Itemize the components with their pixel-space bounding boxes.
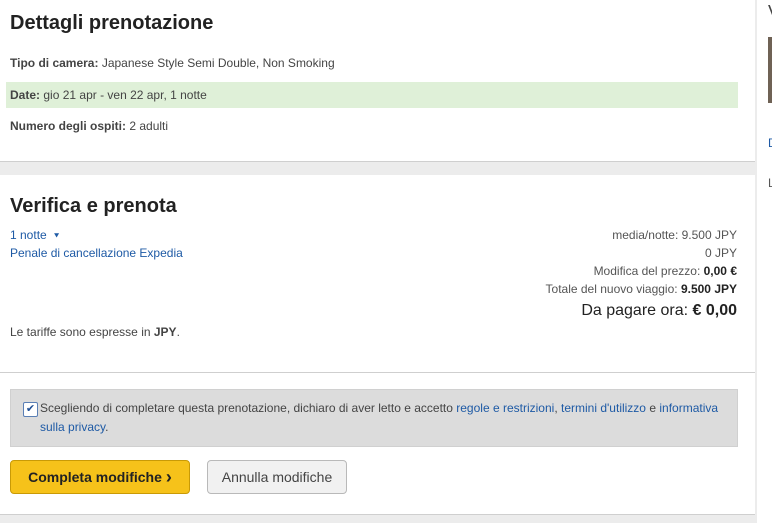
new-total-label: Totale del nuovo viaggio: [545,282,678,296]
currency-note-suffix: . [176,325,180,339]
sidebar-partial-l: L [768,176,772,190]
verify-card: Verifica e prenota 1 notte ⯆ Penale di c… [0,175,755,372]
pay-now-row: Da pagare ora: € 0,00 [581,302,737,320]
room-type-row: Tipo di camera: Japanese Style Semi Doub… [10,56,335,70]
consent-and: e [649,401,657,415]
consent-checkbox[interactable]: ✔ [23,402,38,417]
guests-value: 2 adulti [129,119,169,133]
chevron-right-icon: › [165,467,172,487]
confirm-card: ✔ Scegliendo di completare questa prenot… [0,373,755,514]
guests-row: Numero degli ospiti: 2 adulti [10,119,168,133]
pay-now-value: € 0,00 [692,302,737,319]
sidebar-partial-v: V [768,2,772,23]
currency-code: JPY [153,325,177,339]
nights-link[interactable]: 1 notte [10,228,47,242]
date-value: gio 21 apr - ven 22 apr, 1 notte [43,88,207,102]
verify-title: Verifica e prenota [10,195,177,217]
nights-row: 1 notte ⯆ [10,228,60,242]
room-type-value: Japanese Style Semi Double, Non Smoking [101,56,335,70]
rules-link[interactable]: regole e restrizioni [456,401,554,415]
complete-changes-label: Completa modifiche [28,469,162,485]
guests-label: Numero degli ospiti: [10,119,127,133]
currency-note: Le tariffe sono espresse in JPY. [10,325,180,339]
consent-box: ✔ Scegliendo di completare questa prenot… [10,389,738,447]
price-change-label: Modifica del prezzo: [593,264,701,278]
hotel-thumbnail[interactable] [768,37,772,103]
sidebar-partial-d[interactable]: D [768,136,772,150]
date-label: Date: [10,88,41,102]
checkmark-icon: ✔ [25,403,36,415]
pay-now-label: Da pagare ora: [581,302,689,319]
price-change-value: 0,00 € [703,264,737,278]
room-type-label: Tipo di camera: [10,56,99,70]
cancel-changes-button[interactable]: Annulla modifiche [207,460,347,494]
complete-changes-button[interactable]: Completa modifiche › [10,460,190,494]
new-total-row: Totale del nuovo viaggio: 9.500 JPY [546,282,737,296]
consent-comma: , [554,401,558,415]
consent-period: . [105,420,109,434]
cancellation-penalty-link[interactable]: Penale di cancellazione Expedia [10,246,183,260]
booking-details-card: Dettagli prenotazione Tipo di camera: Ja… [0,0,755,161]
price-change-row: Modifica del prezzo: 0,00 € [594,264,737,278]
consent-statement: Scegliendo di completare questa prenotaz… [40,401,453,415]
currency-note-prefix: Le tariffe sono espresse in [10,325,151,339]
penalty-value: 0 JPY [704,246,737,260]
chevron-down-icon[interactable]: ⯆ [53,231,60,241]
terms-link[interactable]: termini d'utilizzo [561,401,646,415]
new-total-value: 9.500 JPY [680,282,737,296]
booking-details-title: Dettagli prenotazione [10,12,214,34]
date-row: Date: gio 21 apr - ven 22 apr, 1 notte [10,88,207,102]
consent-text: Scegliendo di completare questa prenotaz… [40,399,730,437]
penalty-row: Penale di cancellazione Expedia [10,246,183,260]
avg-night-price: media/notte: 9.500 JPY [612,228,737,242]
